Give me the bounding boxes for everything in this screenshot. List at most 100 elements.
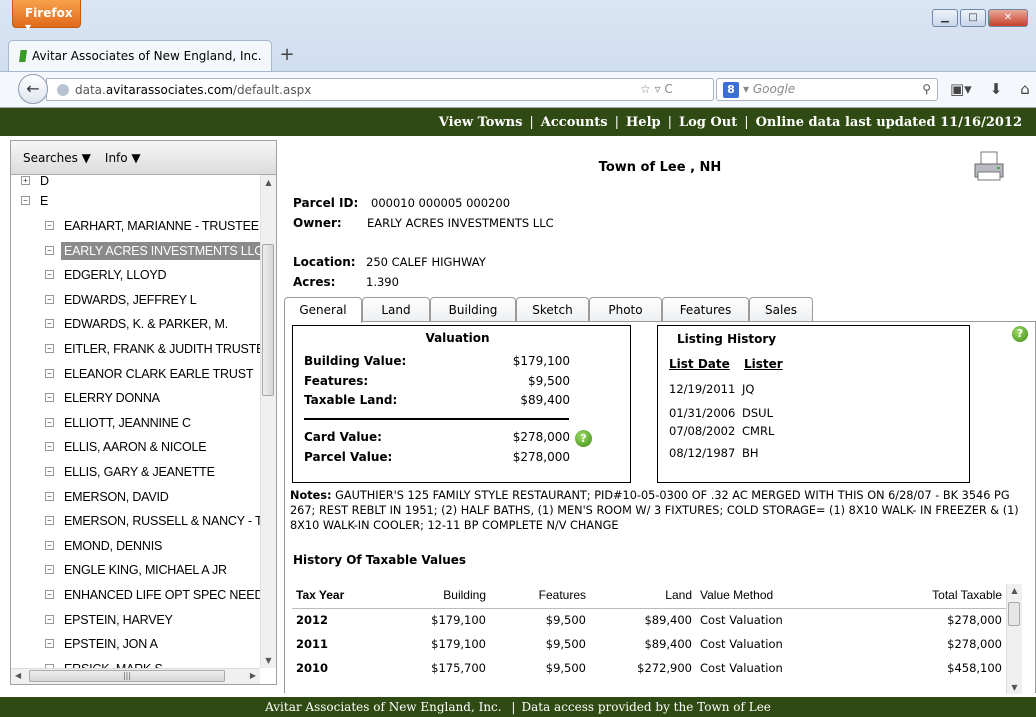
cell: 2011 <box>296 637 329 651</box>
tab-sketch[interactable]: Sketch <box>516 297 589 322</box>
tree-scroll-thumb[interactable] <box>262 244 274 396</box>
collapse-icon[interactable]: − <box>45 442 54 452</box>
tree-node-label: EPSTEIN, JON A <box>64 637 158 652</box>
url-domain: avitarassociates.com <box>105 83 233 97</box>
town-title: Town of Lee , NH <box>598 160 722 175</box>
download-icon[interactable]: ⬇ <box>990 80 1003 98</box>
tree-hscroll-thumb[interactable]: ||| <box>29 670 225 682</box>
tree-node-label: EMERSON, DAVID <box>64 489 169 504</box>
google-icon[interactable]: 8 <box>723 82 739 98</box>
globe-icon <box>57 84 69 96</box>
nav-help[interactable]: Help <box>626 115 661 130</box>
tree-node-label: ERSICK, MARK S <box>61 660 166 668</box>
cell: Cost Valuation <box>700 661 783 675</box>
cell: $278,000 <box>947 613 1002 628</box>
collapse-icon[interactable]: − <box>45 344 54 353</box>
acres-label: Acres: <box>293 275 336 289</box>
parcel-id-value: 000010 000005 000200 <box>371 196 511 210</box>
url-prefix: data. <box>75 83 106 97</box>
nav-accounts[interactable]: Accounts <box>541 115 608 130</box>
collapse-icon[interactable]: − <box>45 565 54 575</box>
tab-photo[interactable]: Photo <box>589 297 662 322</box>
searches-menu[interactable]: Searches ▼ <box>23 151 91 165</box>
tree-node-label: ELERRY DONNA <box>64 391 160 406</box>
history-scroll-thumb[interactable] <box>1008 602 1020 626</box>
new-tab-button[interactable]: + <box>274 44 300 68</box>
listing-history-title: Listing History <box>677 332 777 346</box>
collapse-icon[interactable]: − <box>45 516 54 526</box>
tree-node-label: EPSTEIN, HARVEY <box>64 612 173 627</box>
collapse-icon[interactable]: − <box>45 467 54 476</box>
table-row: 2011 $179,100 $9,500 $89,400 Cost Valuation $… <box>292 632 1006 656</box>
browser-toolbar: ▣▾ ⬇ ⌂ <box>950 80 1030 98</box>
info-menu[interactable]: Info ▼ <box>105 151 141 165</box>
search-icon[interactable]: ⚲ <box>922 82 931 96</box>
cell: $272,900 <box>637 661 692 675</box>
tree-node-label: EMOND, DENNIS <box>64 538 163 553</box>
collapse-icon[interactable]: − <box>45 319 54 329</box>
notes-text: GAUTHIER'S 125 FAMILY STYLE RESTAURANT; … <box>290 489 1019 532</box>
notes-label: Notes: <box>290 489 332 502</box>
collapse-icon[interactable]: − <box>21 196 30 205</box>
collapse-icon[interactable]: − <box>45 417 54 427</box>
search-bar[interactable]: 8 ▾ Google ⚲ <box>716 78 938 101</box>
card-help-icon[interactable]: ? <box>575 430 592 447</box>
url-actions[interactable]: ☆ ▿ C <box>640 82 673 96</box>
expand-icon[interactable]: + <box>21 176 30 185</box>
collapse-icon[interactable]: − <box>45 491 54 501</box>
history-table: Tax Year Building Features Land Value Me… <box>292 582 1006 680</box>
list-date: 08/12/1987 <box>669 446 736 460</box>
tab-sales[interactable]: Sales <box>749 297 813 322</box>
tab-features[interactable]: Features <box>662 297 749 322</box>
sidebar-menu-bar: Searches ▼ Info ▼ <box>11 141 276 175</box>
firefox-menu-button[interactable]: Firefox ▾ <box>12 0 81 34</box>
col-features: Features <box>490 582 590 609</box>
collapse-icon[interactable]: − <box>45 540 54 550</box>
parcel-panel: Town of Lee , NH Parcel ID: 000010 00000… <box>284 140 1036 694</box>
tree-node-label: ENHANCED LIFE OPT SPEC NEEDS <box>64 588 260 602</box>
collapse-icon[interactable]: − <box>45 368 54 378</box>
location-value: 250 CALEF HIGHWAY <box>366 255 486 269</box>
tree-node-label: ELEANOR CLARK EARLE TRUST <box>64 366 254 381</box>
tree-node-label: EARLY ACRES INVESTMENTS LLC <box>61 241 260 260</box>
url-bar[interactable]: data.avitarassociates.com/default.aspx <box>46 78 714 101</box>
reload-icon[interactable]: C <box>664 82 672 96</box>
history-table-wrap: Tax Year Building Features Land Value Me… <box>284 582 1036 693</box>
collapse-icon[interactable]: − <box>45 590 54 599</box>
lister: BH <box>742 446 759 460</box>
nav-log-out[interactable]: Log Out <box>679 115 737 130</box>
tab-general[interactable]: General <box>284 297 362 323</box>
tree-node-label: ELLIOTT, JEANNINE C <box>64 415 191 430</box>
bookmarks-icon[interactable]: ▣▾ <box>950 80 972 98</box>
collapse-icon[interactable]: − <box>45 245 54 255</box>
cell: 2010 <box>296 661 329 675</box>
collapse-icon[interactable]: − <box>45 270 54 280</box>
acres-value: 1.390 <box>366 275 399 289</box>
cell: $179,100 <box>431 637 486 651</box>
collapse-icon[interactable]: − <box>45 221 54 230</box>
cell: $278,000 <box>947 637 1002 651</box>
help-icon[interactable]: ? <box>1012 326 1028 342</box>
bookmark-star-icon[interactable]: ☆ <box>640 82 651 96</box>
cell: $89,400 <box>644 613 692 628</box>
tab-building[interactable]: Building <box>430 297 516 322</box>
back-button[interactable]: ← <box>18 74 48 104</box>
minimize-icon[interactable]: ▁ <box>932 9 958 27</box>
browser-tab-title: Avitar Associates of New England, Inc. <box>32 49 262 63</box>
close-icon[interactable]: ✕ <box>988 9 1028 27</box>
top-nav: View Towns | Accounts | Help | Log Out | Online … <box>0 108 1036 136</box>
collapse-icon[interactable]: − <box>45 393 54 403</box>
collapse-icon[interactable]: − <box>45 614 54 624</box>
collapse-icon[interactable]: − <box>45 639 54 649</box>
tab-land[interactable]: Land <box>362 297 430 322</box>
printer-icon[interactable] <box>972 150 1006 182</box>
maximize-icon[interactable]: □ <box>960 9 986 27</box>
browser-tab[interactable]: Avitar Associates of New England, Inc. <box>8 40 272 71</box>
history-scrollbar[interactable]: ▲ ▼ <box>1006 584 1022 694</box>
nav-view-towns[interactable]: View Towns <box>439 115 523 130</box>
lister: DSUL <box>742 406 773 420</box>
footer: Avitar Associates of New England, Inc. |… <box>0 697 1036 717</box>
cell: $458,100 <box>947 661 1002 675</box>
home-icon[interactable]: ⌂ <box>1020 80 1030 98</box>
collapse-icon[interactable]: − <box>45 294 54 304</box>
